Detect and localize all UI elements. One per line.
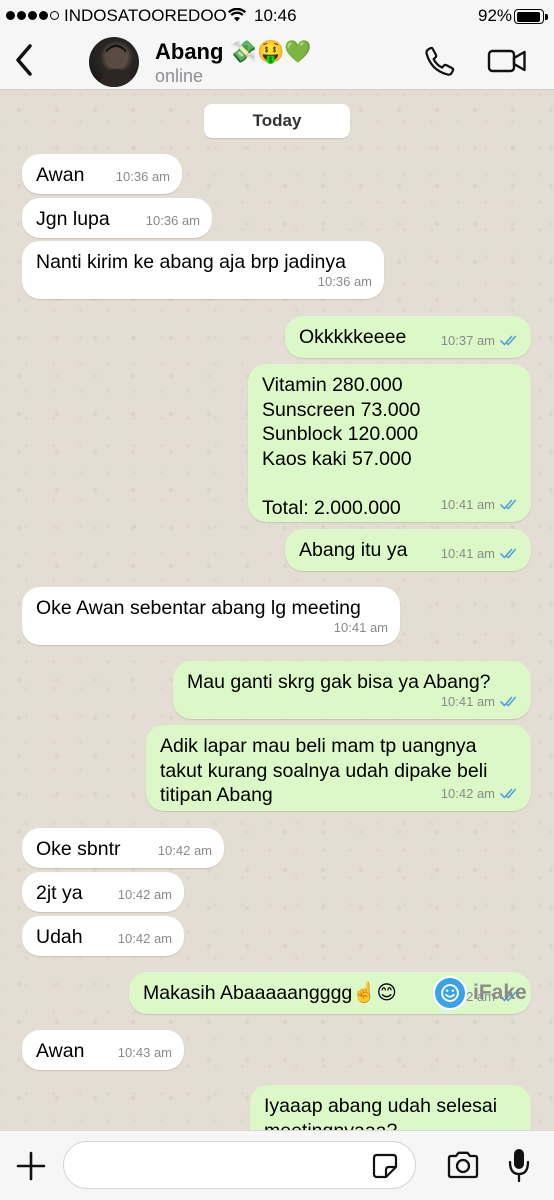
message-timestamp: 10:42 am: [440, 785, 495, 801]
outgoing-message-bubble[interactable]: Mau ganti skrg gak bisa ya Abang? 10:41 a…: [173, 661, 531, 719]
message-timestamp: 10:36 am: [145, 212, 200, 228]
outgoing-message-bubble[interactable]: Vitamin 280.000 Sunscreen 73.000 Sunbloc…: [248, 364, 531, 522]
incoming-message-bubble[interactable]: Jgn lupa 10:36 am: [22, 198, 212, 238]
message-timestamp: 10:36 am: [317, 273, 372, 289]
outgoing-message-bubble[interactable]: Iyaaap abang udah selesai meetingnyaaa?1…: [250, 1085, 531, 1130]
message-text: Awan: [36, 1040, 85, 1062]
message-timestamp: 10:42 am: [117, 930, 172, 946]
microphone-icon[interactable]: [507, 1147, 531, 1183]
message-meta: 10:42 am: [158, 839, 212, 864]
message-meta: 10:42 am: [118, 883, 172, 908]
message-text: Udah: [36, 926, 83, 948]
read-receipt-icon: [500, 548, 519, 559]
message-text: Nanti kirim ke abang aja brp jadinya: [36, 251, 347, 273]
message-text: Adik lapar mau beli mam tp uangnya takut…: [160, 735, 488, 806]
message-meta: 10:43 am: [118, 1041, 172, 1066]
message-timestamp: 10:41 am: [440, 545, 495, 561]
battery-icon: [514, 9, 548, 24]
signal-strength-icon: [6, 11, 59, 20]
watermark: iFake: [433, 976, 527, 1010]
battery-percentage: 92%: [478, 6, 513, 25]
sticker-icon[interactable]: [372, 1153, 398, 1179]
camera-icon[interactable]: [446, 1151, 480, 1179]
message-timestamp: 10:41 am: [440, 693, 495, 709]
contact-name[interactable]: Abang 💸🤑💚: [155, 39, 312, 65]
read-receipt-icon: [500, 788, 519, 799]
message-text: Oke sbntr: [36, 838, 121, 860]
carrier-name: INDOSATOOREDOO: [64, 6, 227, 25]
message-timestamp: 10:37 am: [440, 332, 495, 348]
back-chevron-icon[interactable]: [10, 42, 38, 78]
chat-area[interactable]: Today Awan 10:36 am Jgn lupa 10:36 am Nanti …: [0, 91, 554, 1130]
read-receipt-icon: [500, 335, 519, 346]
contact-status: online: [155, 66, 204, 86]
message-meta: 10:41 am: [441, 542, 519, 567]
message-timestamp: 10:41 am: [333, 619, 388, 635]
message-input-bar: [0, 1130, 554, 1200]
incoming-message-bubble[interactable]: 2jt ya 10:42 am: [22, 872, 184, 912]
read-receipt-icon: [500, 696, 519, 707]
incoming-message-bubble[interactable]: Awan 10:36 am: [22, 154, 182, 194]
outgoing-message-bubble[interactable]: Adik lapar mau beli mam tp uangnya takut…: [146, 725, 531, 811]
message-input[interactable]: [63, 1141, 416, 1189]
incoming-message-bubble[interactable]: Awan 10:43 am: [22, 1030, 184, 1070]
message-timestamp: 10:43 am: [117, 1044, 172, 1060]
message-timestamp: 10:41 am: [440, 496, 495, 512]
read-receipt-icon: [500, 499, 519, 510]
message-meta: 10:41 am: [441, 690, 519, 715]
message-timestamp: 10:42 am: [117, 886, 172, 902]
incoming-message-bubble[interactable]: Udah 10:42 am: [22, 916, 184, 956]
message-text: Abang itu ya: [299, 539, 408, 561]
phone-icon[interactable]: [424, 45, 456, 77]
message-meta: 10:36 am: [318, 270, 372, 295]
message-text: Makasih Abaaaaangggg☝️😊: [143, 982, 397, 1004]
message-text: Jgn lupa: [36, 208, 110, 230]
message-meta: 10:42 am: [118, 927, 172, 952]
avatar[interactable]: [89, 37, 139, 87]
message-text: Okkkkkeeee: [299, 326, 407, 348]
message-meta: 10:37 am: [441, 329, 519, 354]
video-camera-icon[interactable]: [487, 47, 527, 75]
outgoing-message-bubble[interactable]: Okkkkkeeee 10:37 am: [285, 316, 531, 358]
message-text: 2jt ya: [36, 882, 83, 904]
watermark-label: iFake: [473, 981, 527, 1004]
message-text: Awan: [36, 164, 85, 186]
wifi-icon: [228, 8, 246, 22]
message-meta: 10:42 am: [441, 782, 519, 807]
message-text: Vitamin 280.000 Sunscreen 73.000 Sunbloc…: [262, 374, 421, 519]
incoming-message-bubble[interactable]: Nanti kirim ke abang aja brp jadinya 10:3…: [22, 241, 384, 299]
message-meta: 10:41 am: [441, 493, 519, 518]
ifake-logo-icon: [433, 976, 467, 1010]
message-timestamp: 10:36 am: [115, 168, 170, 184]
message-timestamp: 10:42 am: [157, 842, 212, 858]
message-meta: 10:36 am: [146, 209, 200, 234]
message-text: Oke Awan sebentar abang lg meeting: [36, 597, 361, 619]
incoming-message-bubble[interactable]: Oke sbntr 10:42 am: [22, 828, 224, 868]
chat-header: Abang 💸🤑💚 online: [0, 32, 554, 90]
outgoing-message-bubble[interactable]: Abang itu ya 10:41 am: [285, 529, 531, 571]
status-time: 10:46: [254, 6, 297, 25]
date-divider: Today: [204, 104, 350, 138]
plus-icon[interactable]: [16, 1151, 46, 1181]
message-meta: 10:41 am: [334, 616, 388, 641]
message-meta: 10:36 am: [116, 165, 170, 190]
status-bar: INDOSATOOREDOO 10:46 92%: [0, 0, 554, 32]
incoming-message-bubble[interactable]: Oke Awan sebentar abang lg meeting 10:41 …: [22, 587, 400, 645]
